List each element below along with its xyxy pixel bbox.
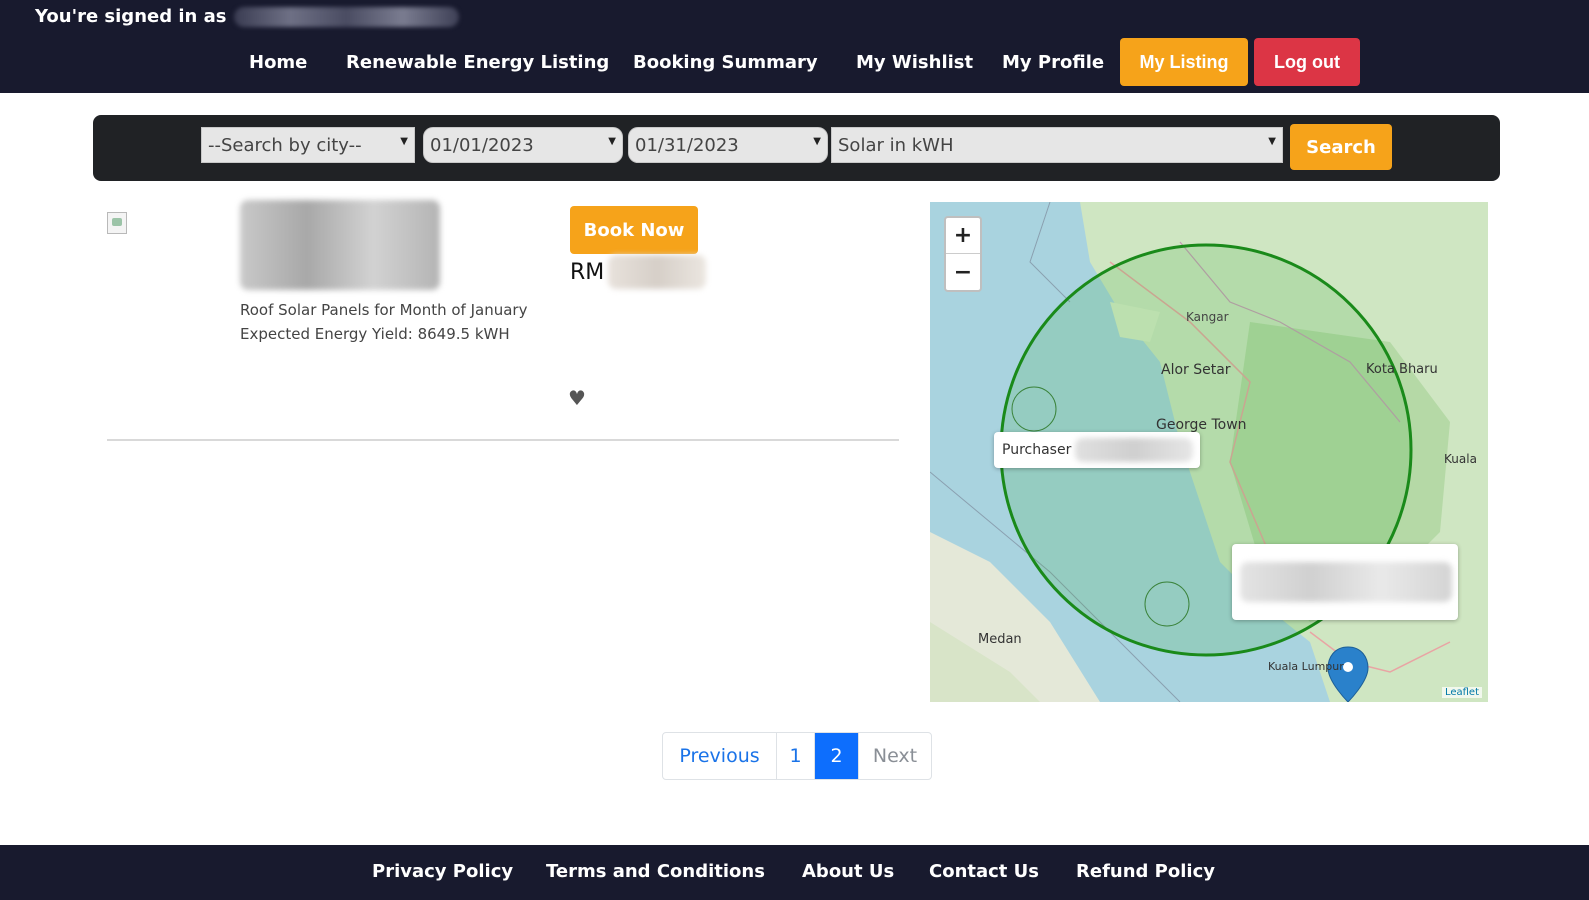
listing-price: RM	[570, 255, 707, 289]
map-zoom-control: + −	[944, 216, 982, 292]
book-now-button[interactable]: Book Now	[570, 206, 698, 254]
heart-icon[interactable]: ♥	[568, 386, 586, 410]
listing-energy-yield: Expected Energy Yield: 8649.5 kWH	[240, 325, 510, 343]
listing-description-text: Roof Solar Panels for Month of January	[240, 301, 528, 319]
map-label-alor-setar: Alor Setar	[1161, 362, 1231, 378]
nav-renewable-energy-listing[interactable]: Renewable Energy Listing	[346, 52, 609, 73]
map-label-medan: Medan	[978, 632, 1022, 647]
footer-privacy-policy[interactable]: Privacy Policy	[372, 861, 513, 882]
listing-description: Roof Solar Panels for Month of January E…	[240, 298, 530, 346]
city-select[interactable]: --Search by city-- ▼	[201, 127, 415, 163]
listing-popup-redacted	[1240, 562, 1452, 602]
map-label-george-town: George Town	[1156, 417, 1247, 433]
caret-down-icon: ▼	[608, 136, 616, 147]
zoom-out-icon[interactable]: −	[946, 254, 980, 290]
pagination-next[interactable]: Next	[859, 733, 931, 779]
purchaser-popup: Purchaser	[994, 432, 1200, 468]
map-label-kota-bharu: Kota Bharu	[1366, 362, 1438, 377]
nav-my-wishlist[interactable]: My Wishlist	[856, 52, 973, 73]
pagination-page-1[interactable]: 1	[777, 733, 815, 779]
my-listing-button[interactable]: My Listing	[1120, 38, 1248, 86]
energy-type-select[interactable]: Solar in kWH ▼	[831, 127, 1283, 163]
search-button[interactable]: Search	[1290, 124, 1392, 170]
start-date-value: 01/01/2023	[430, 134, 534, 156]
listing-popup	[1232, 544, 1458, 620]
main-nav: Home Renewable Energy Listing Booking Su…	[0, 38, 1589, 88]
map-label-kuala-lumpur: Kuala Lumpur	[1268, 660, 1344, 673]
top-navbar: You're signed in as Home Renewable Energ…	[0, 0, 1589, 93]
map-label-kuala: Kuala	[1444, 452, 1477, 466]
price-currency: RM	[570, 259, 605, 285]
listing-image-icon	[107, 212, 127, 234]
nav-home[interactable]: Home	[249, 52, 307, 73]
map-label-kangar: Kangar	[1186, 310, 1229, 324]
pagination-page-2[interactable]: 2	[815, 733, 859, 779]
end-date-select[interactable]: 01/31/2023 ▼	[628, 127, 828, 163]
city-select-value: --Search by city--	[208, 134, 362, 156]
caret-down-icon: ▼	[1268, 136, 1276, 147]
nav-my-profile[interactable]: My Profile	[1002, 52, 1104, 73]
pagination-previous[interactable]: Previous	[663, 733, 777, 779]
caret-down-icon: ▼	[813, 136, 821, 147]
signed-in-status: You're signed in as	[35, 6, 460, 27]
logout-button[interactable]: Log out	[1254, 38, 1360, 86]
energy-type-value: Solar in kWH	[838, 134, 954, 156]
username-redacted	[234, 6, 460, 27]
signed-in-label: You're signed in as	[35, 6, 227, 27]
listing-divider	[107, 439, 899, 441]
listing-title-redacted	[240, 200, 440, 290]
purchaser-name-redacted	[1075, 438, 1194, 462]
pagination: Previous 1 2 Next	[662, 732, 932, 780]
nav-booking-summary[interactable]: Booking Summary	[633, 52, 818, 73]
search-bar: --Search by city-- ▼ 01/01/2023 ▼ 01/31/…	[93, 115, 1500, 181]
purchaser-label: Purchaser	[1002, 442, 1072, 458]
start-date-select[interactable]: 01/01/2023 ▼	[423, 127, 623, 163]
end-date-value: 01/31/2023	[635, 134, 739, 156]
leaflet-attribution[interactable]: Leaflet	[1441, 687, 1482, 698]
caret-down-icon: ▼	[400, 136, 408, 147]
footer-contact-us[interactable]: Contact Us	[929, 861, 1039, 882]
footer-refund-policy[interactable]: Refund Policy	[1076, 861, 1215, 882]
footer-about-us[interactable]: About Us	[802, 861, 894, 882]
price-redacted	[608, 255, 707, 289]
footer: Privacy Policy Terms and Conditions Abou…	[0, 845, 1589, 900]
zoom-in-icon[interactable]: +	[946, 218, 980, 254]
footer-terms-and-conditions[interactable]: Terms and Conditions	[546, 861, 765, 882]
location-map[interactable]: Kangar Alor Setar George Town Kota Bharu…	[930, 202, 1488, 702]
